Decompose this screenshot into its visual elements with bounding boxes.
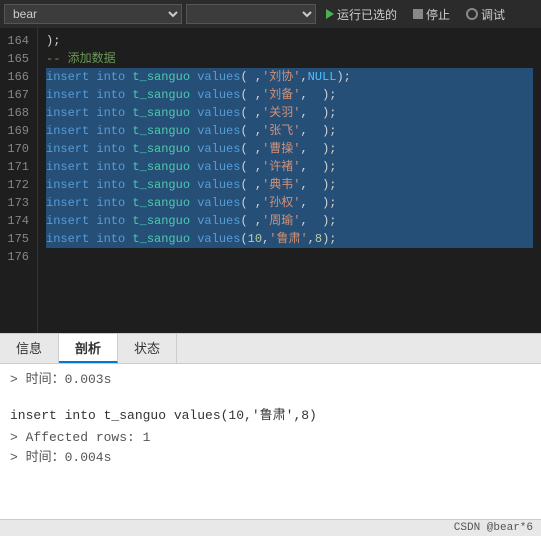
code-content[interactable]: ); -- 添加数据 insert into t_sanguo values( … [38, 28, 541, 333]
run-selected-label: 运行已选的 [337, 6, 397, 23]
db-selector[interactable]: bear [4, 4, 182, 24]
code-line-171: insert into t_sanguo values( ,'许褚', ); [46, 158, 533, 176]
line-num-171: 171 [4, 158, 29, 176]
tab-status[interactable]: 状态 [118, 334, 177, 363]
tabs-bar: 信息 剖析 状态 [0, 333, 541, 364]
stop-button[interactable]: 停止 [407, 4, 456, 25]
code-line-173: insert into t_sanguo values( ,'孙权', ); [46, 194, 533, 212]
tab-info[interactable]: 信息 [0, 334, 59, 363]
line-num-169: 169 [4, 122, 29, 140]
line-num-167: 167 [4, 86, 29, 104]
code-line-165: -- 添加数据 [46, 50, 533, 68]
stop-label: 停止 [426, 6, 450, 23]
run-selected-button[interactable]: 运行已选的 [320, 4, 403, 25]
output-query: insert into t_sanguo values(10,'鲁肃',8) [10, 406, 531, 426]
line-num-166: 166 [4, 68, 29, 86]
code-line-174: insert into t_sanguo values( ,'周瑜', ); [46, 212, 533, 230]
debug-icon [466, 8, 478, 20]
debug-button[interactable]: 调试 [460, 4, 511, 25]
line-num-165: 165 [4, 50, 29, 68]
code-line-172: insert into t_sanguo values( ,'典韦', ); [46, 176, 533, 194]
output-time-1: > 时间：0.003s [10, 370, 531, 390]
line-num-168: 168 [4, 104, 29, 122]
play-icon [326, 9, 334, 19]
code-line-170: insert into t_sanguo values( ,'曹操', ); [46, 140, 533, 158]
output-spacer [10, 390, 531, 400]
line-num-172: 172 [4, 176, 29, 194]
code-line-169: insert into t_sanguo values( ,'张飞', ); [46, 122, 533, 140]
output-time-2: > 时间：0.004s [10, 448, 531, 468]
tab-profiling[interactable]: 剖析 [59, 334, 118, 363]
code-line-168: insert into t_sanguo values( ,'关羽', ); [46, 104, 533, 122]
footer-credit: CSDN @bear*6 [454, 522, 533, 534]
code-line-166: insert into t_sanguo values( ,'刘协',NULL)… [46, 68, 533, 86]
line-num-170: 170 [4, 140, 29, 158]
code-line-164: ); [46, 32, 533, 50]
line-num-164: 164 [4, 32, 29, 50]
line-num-175: 175 [4, 230, 29, 248]
code-line-167: insert into t_sanguo values( ,'刘备', ); [46, 86, 533, 104]
debug-label: 调试 [481, 6, 505, 23]
code-editor: 164 165 166 167 168 169 170 171 172 173 … [0, 28, 541, 333]
output-affected: > Affected rows: 1 [10, 428, 531, 448]
stop-icon [413, 9, 423, 19]
code-line-176 [46, 248, 533, 266]
schema-selector[interactable] [186, 4, 316, 24]
code-line-175: insert into t_sanguo values(10,'鲁肃',8); [46, 230, 533, 248]
line-numbers: 164 165 166 167 168 169 170 171 172 173 … [0, 28, 38, 333]
line-num-174: 174 [4, 212, 29, 230]
footer: CSDN @bear*6 [0, 519, 541, 536]
toolbar: bear 运行已选的 停止 调试 [0, 0, 541, 28]
line-num-176: 176 [4, 248, 29, 266]
line-num-173: 173 [4, 194, 29, 212]
output-area: > 时间：0.003s insert into t_sanguo values(… [0, 364, 541, 519]
